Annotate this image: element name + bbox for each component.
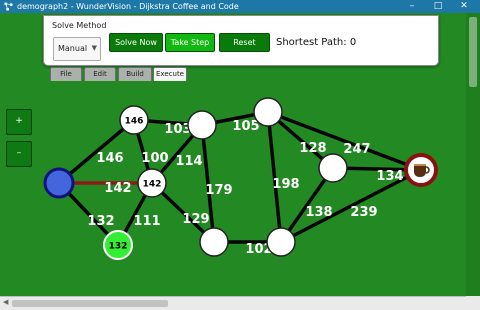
tab-file[interactable]: File xyxy=(50,67,82,81)
edge-weight-label: 179 xyxy=(205,183,232,198)
edge-weight-label: 128 xyxy=(299,141,326,156)
chevron-down-icon: ▼ xyxy=(91,44,97,52)
solve-method-label: Solve Method xyxy=(52,21,107,30)
zoom-in-button[interactable]: + xyxy=(6,109,32,135)
take-step-button[interactable]: Take Step xyxy=(165,33,215,52)
app-graph-icon xyxy=(4,2,13,11)
edge-weight-label: 114 xyxy=(175,154,202,169)
edge-weight-label: 146 xyxy=(96,151,123,166)
horizontal-scrollbar[interactable]: ◀ xyxy=(0,296,480,310)
close-button[interactable]: ✕ xyxy=(454,0,474,13)
edge-weight-label: 100 xyxy=(141,151,168,166)
edge-weight-label: 198 xyxy=(272,177,299,192)
edge-weight-label: 129 xyxy=(182,212,209,227)
graph-node-n132[interactable]: 132 xyxy=(103,230,133,260)
shortest-path-label: Shortest Path: 0 xyxy=(276,37,357,48)
tab-edit[interactable]: Edit xyxy=(84,67,116,81)
vertical-scroll-thumb[interactable] xyxy=(469,17,477,87)
vertical-scrollbar[interactable] xyxy=(466,13,480,296)
node-label: 146 xyxy=(125,117,144,127)
solve-now-button[interactable]: Solve Now xyxy=(109,33,163,52)
tab-execute[interactable]: Execute xyxy=(153,67,187,81)
edge-weight-label: 132 xyxy=(87,214,114,229)
edge-weight-label: 111 xyxy=(133,214,160,229)
node-label: 132 xyxy=(109,242,128,252)
graph-node-nB[interactable] xyxy=(253,97,283,127)
window-title: demograph2 - WunderVision - Dijkstra Cof… xyxy=(17,2,239,11)
graph-node-nC[interactable] xyxy=(318,153,348,183)
title-bar: demograph2 - WunderVision - Dijkstra Cof… xyxy=(0,0,480,13)
edge-weight-label: 247 xyxy=(343,142,370,157)
scroll-left-icon[interactable]: ◀ xyxy=(3,298,8,306)
minimize-button[interactable]: – xyxy=(402,0,422,13)
graph-node-nend[interactable] xyxy=(404,153,438,187)
edge-weight-label: 239 xyxy=(350,205,377,220)
graph-node-n146[interactable]: 146 xyxy=(119,105,149,135)
horizontal-scroll-thumb[interactable] xyxy=(12,300,168,307)
method-select-value: Manual xyxy=(58,44,88,53)
edge-weight-label: 134 xyxy=(376,169,403,184)
maximize-button[interactable]: □ xyxy=(428,0,448,13)
graph-node-n142[interactable]: 142 xyxy=(137,168,167,198)
reset-button[interactable]: Reset xyxy=(219,33,270,52)
edge-weight-label: 142 xyxy=(104,181,131,196)
tab-build[interactable]: Build xyxy=(118,67,152,81)
graph-node-nstart[interactable] xyxy=(43,167,75,199)
scroll-corner xyxy=(466,296,480,309)
graph-node-nE[interactable] xyxy=(266,227,296,257)
edge-weight-label: 138 xyxy=(305,205,332,220)
method-select[interactable]: Manual ▼ xyxy=(53,37,101,61)
zoom-out-button[interactable]: – xyxy=(6,141,32,167)
node-label: 142 xyxy=(143,180,162,190)
edge-weight-label: 105 xyxy=(232,119,259,134)
graph-node-nD[interactable] xyxy=(199,227,229,257)
graph-node-nA[interactable] xyxy=(187,110,217,140)
solve-toolbar: Solve Method Manual ▼ Solve Now Take Ste… xyxy=(43,15,439,66)
